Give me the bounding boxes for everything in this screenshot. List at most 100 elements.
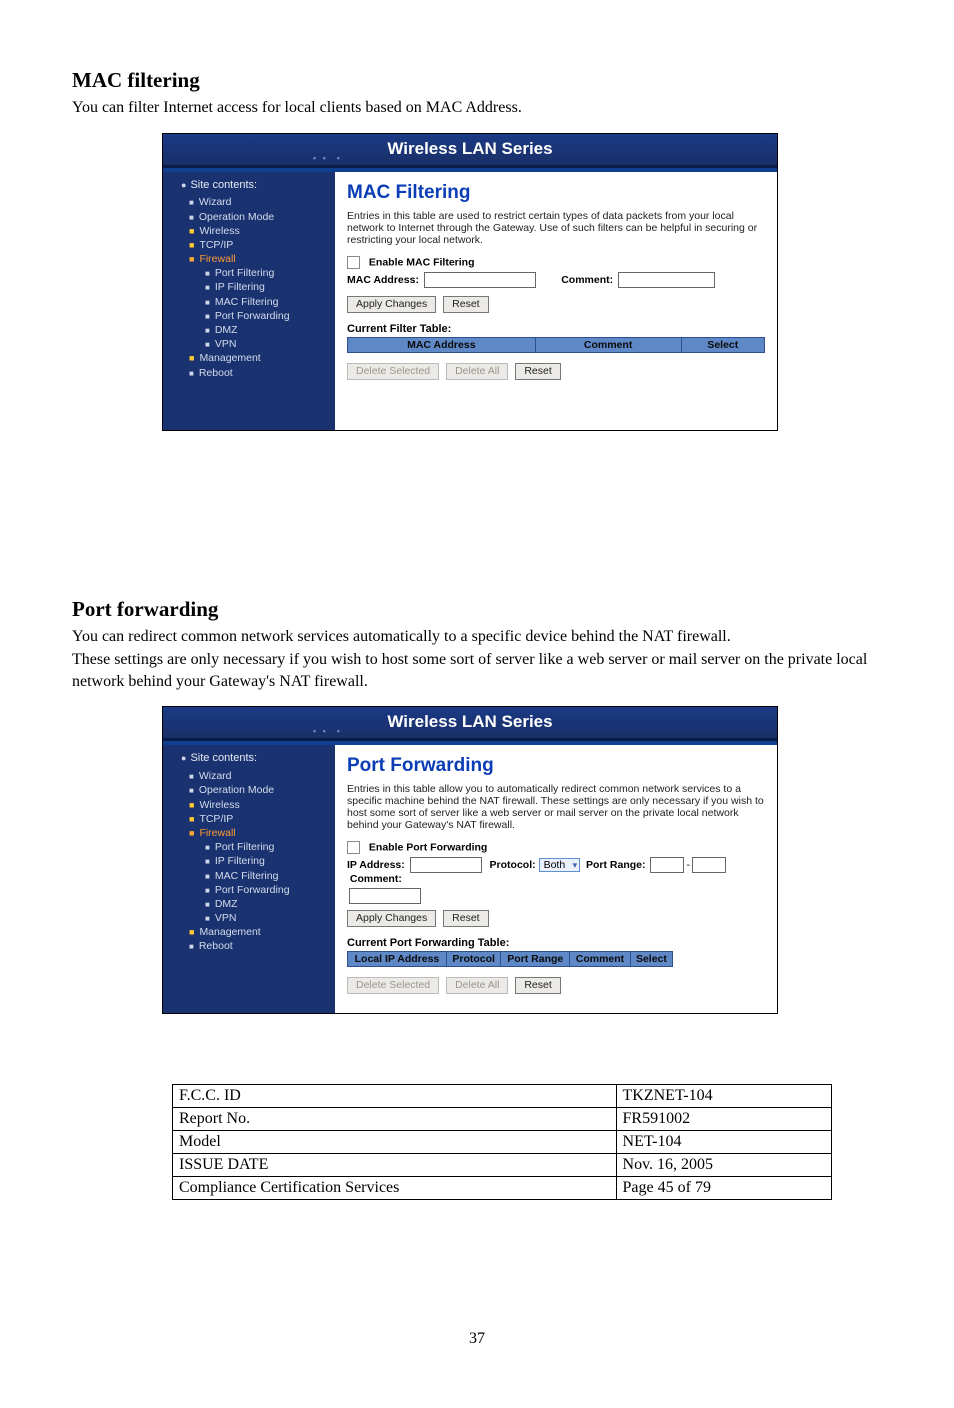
- router-header-2: Wireless LAN Series • • •: [163, 707, 777, 741]
- mac-filter-table: MAC Address Comment Select: [347, 337, 765, 353]
- port-forwarding-description: Entries in this table allow you to autom…: [347, 783, 765, 831]
- enable-port-forwarding-label: Enable Port Forwarding: [369, 842, 487, 854]
- port-forwarding-table: Local IP Address Protocol Port Range Com…: [347, 951, 673, 967]
- enable-mac-filtering-checkbox[interactable]: [347, 256, 360, 269]
- page-title-port-forwarding: Port Forwarding: [347, 755, 765, 777]
- pf-apply-changes-button[interactable]: Apply Changes: [347, 910, 436, 927]
- sidebar: Site contents: Wizard Operation Mode Wir…: [163, 172, 335, 430]
- sidebar-item-tcpip-2[interactable]: TCP/IP: [165, 812, 335, 826]
- document-info-table: F.C.C. IDTKZNET-104 Report No.FR591002 M…: [172, 1084, 832, 1200]
- pf-reset-button[interactable]: Reset: [443, 910, 488, 927]
- comment-label: Comment:: [561, 273, 613, 285]
- enable-mac-filtering-label: Enable MAC Filtering: [369, 256, 475, 268]
- table-row: Compliance Certification ServicesPage 45…: [173, 1177, 832, 1200]
- product-title: Wireless LAN Series: [387, 139, 552, 158]
- sidebar-item-operation-mode[interactable]: Operation Mode: [165, 210, 335, 224]
- screenshot-mac-filtering: Wireless LAN Series • • • Site contents:…: [162, 133, 778, 431]
- pf-col-ip: Local IP Address: [348, 952, 447, 967]
- screenshot-port-forwarding: Wireless LAN Series • • • Site contents:…: [162, 706, 778, 1014]
- mac-filtering-description: Entries in this table are used to restri…: [347, 210, 765, 246]
- sidebar-2: Site contents: Wizard Operation Mode Wir…: [163, 745, 335, 1013]
- pf-col-protocol: Protocol: [446, 952, 501, 967]
- issue-date-label: ISSUE DATE: [173, 1154, 617, 1177]
- table-row: ISSUE DATENov. 16, 2005: [173, 1154, 832, 1177]
- sidebar-item-mac-filtering-2[interactable]: MAC Filtering: [165, 869, 335, 883]
- table-row: F.C.C. IDTKZNET-104: [173, 1085, 832, 1108]
- sidebar-item-vpn[interactable]: VPN: [165, 337, 335, 351]
- pf-col-comment: Comment: [570, 952, 631, 967]
- table-row: Report No.FR591002: [173, 1108, 832, 1131]
- col-comment: Comment: [535, 337, 681, 352]
- ip-address-input[interactable]: [410, 857, 482, 873]
- sidebar-item-dmz-2[interactable]: DMZ: [165, 897, 335, 911]
- protocol-select[interactable]: Both: [539, 858, 581, 872]
- sidebar-item-vpn-2[interactable]: VPN: [165, 911, 335, 925]
- comment-input[interactable]: [618, 272, 715, 288]
- site-contents-label-2: Site contents:: [165, 749, 335, 769]
- text-port-forwarding-2: These settings are only necessary if you…: [72, 649, 884, 692]
- pf-delete-all-button[interactable]: Delete All: [446, 977, 508, 994]
- enable-port-forwarding-checkbox[interactable]: [347, 841, 360, 854]
- sidebar-item-reboot[interactable]: Reboot: [165, 366, 335, 380]
- sidebar-item-reboot-2[interactable]: Reboot: [165, 939, 335, 953]
- current-pf-table-label: Current Port Forwarding Table:: [347, 937, 765, 949]
- model-value: NET-104: [616, 1131, 831, 1154]
- report-no-value: FR591002: [616, 1108, 831, 1131]
- current-filter-table-label: Current Filter Table:: [347, 323, 765, 335]
- ip-address-label: IP Address:: [347, 859, 405, 871]
- sidebar-item-mac-filtering[interactable]: MAC Filtering: [165, 295, 335, 309]
- text-port-forwarding-1: You can redirect common network services…: [72, 626, 884, 648]
- sidebar-item-ip-filtering[interactable]: IP Filtering: [165, 280, 335, 294]
- fcc-id-value: TKZNET-104: [616, 1085, 831, 1108]
- heading-port-forwarding: Port forwarding: [72, 597, 884, 622]
- port-range-to-input[interactable]: [692, 857, 726, 873]
- fcc-id-label: F.C.C. ID: [173, 1085, 617, 1108]
- delete-selected-button[interactable]: Delete Selected: [347, 363, 439, 380]
- issue-date-value: Nov. 16, 2005: [616, 1154, 831, 1177]
- sidebar-item-management[interactable]: Management: [165, 351, 335, 365]
- protocol-label: Protocol:: [490, 859, 536, 871]
- sidebar-item-port-filtering[interactable]: Port Filtering: [165, 266, 335, 280]
- sidebar-item-port-forwarding[interactable]: Port Forwarding: [165, 309, 335, 323]
- pf-delete-selected-button[interactable]: Delete Selected: [347, 977, 439, 994]
- sidebar-item-firewall-2[interactable]: Firewall: [165, 826, 335, 840]
- col-mac-address: MAC Address: [348, 337, 536, 352]
- sidebar-item-ip-filtering-2[interactable]: IP Filtering: [165, 854, 335, 868]
- sidebar-item-firewall[interactable]: Firewall: [165, 252, 335, 266]
- col-select: Select: [681, 337, 764, 352]
- sidebar-item-wireless-2[interactable]: Wireless: [165, 798, 335, 812]
- apply-changes-button[interactable]: Apply Changes: [347, 296, 436, 313]
- site-contents-label: Site contents:: [165, 176, 335, 196]
- sidebar-item-wireless[interactable]: Wireless: [165, 224, 335, 238]
- mac-address-label: MAC Address:: [347, 273, 419, 285]
- delete-all-button[interactable]: Delete All: [446, 363, 508, 380]
- text-mac-filtering-desc: You can filter Internet access for local…: [72, 97, 884, 119]
- port-range-from-input[interactable]: [650, 857, 684, 873]
- ccs-page: Page 45 of 79: [616, 1177, 831, 1200]
- sidebar-item-dmz[interactable]: DMZ: [165, 323, 335, 337]
- sidebar-item-management-2[interactable]: Management: [165, 925, 335, 939]
- sidebar-item-wizard[interactable]: Wizard: [165, 195, 335, 209]
- page-title-mac-filtering: MAC Filtering: [347, 182, 765, 204]
- pf-reset-button-2[interactable]: Reset: [515, 977, 560, 994]
- header-dots: • • •: [313, 153, 342, 163]
- sidebar-item-operation-mode-2[interactable]: Operation Mode: [165, 783, 335, 797]
- router-header: Wireless LAN Series • • •: [163, 134, 777, 168]
- product-title-2: Wireless LAN Series: [387, 712, 552, 731]
- port-range-label: Port Range:: [586, 859, 646, 871]
- model-label: Model: [173, 1131, 617, 1154]
- reset-button[interactable]: Reset: [443, 296, 488, 313]
- page-number: 37: [70, 1330, 884, 1348]
- pf-col-select: Select: [630, 952, 672, 967]
- pf-comment-label: Comment:: [350, 873, 402, 885]
- ccs-label: Compliance Certification Services: [173, 1177, 617, 1200]
- header-dots-2: • • •: [313, 726, 342, 736]
- sidebar-item-wizard-2[interactable]: Wizard: [165, 769, 335, 783]
- sidebar-item-port-filtering-2[interactable]: Port Filtering: [165, 840, 335, 854]
- sidebar-item-tcpip[interactable]: TCP/IP: [165, 238, 335, 252]
- pf-col-port-range: Port Range: [501, 952, 570, 967]
- sidebar-item-port-forwarding-2[interactable]: Port Forwarding: [165, 883, 335, 897]
- mac-address-input[interactable]: [424, 272, 536, 288]
- reset-button-2[interactable]: Reset: [515, 363, 560, 380]
- pf-comment-input[interactable]: [349, 888, 421, 904]
